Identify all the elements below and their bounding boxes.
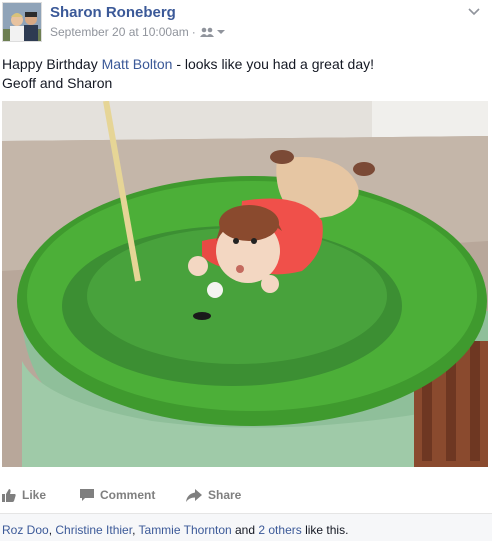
post-photo[interactable] <box>2 101 488 467</box>
likes-suffix: like this. <box>301 523 349 537</box>
others-link[interactable]: 2 others <box>258 523 301 537</box>
golf-cake-photo <box>2 101 488 467</box>
author-avatar[interactable] <box>2 2 42 42</box>
liker-link[interactable]: Christine Ithier <box>55 523 132 537</box>
like-button[interactable]: Like <box>2 488 46 502</box>
post-meta: September 20 at 10:00am · <box>50 25 225 39</box>
comment-icon <box>80 488 94 501</box>
comment-label: Comment <box>100 488 156 502</box>
share-button[interactable]: Share <box>186 488 241 502</box>
liker-link[interactable]: Roz Doo <box>2 523 49 537</box>
meta-separator: · <box>191 25 196 39</box>
message-signature: Geoff and Sharon <box>2 75 113 91</box>
like-label: Like <box>22 488 47 502</box>
post-message: Happy Birthday Matt Bolton - looks like … <box>2 55 487 93</box>
likes-and: and <box>231 523 259 537</box>
author-name[interactable]: Sharon Roneberg <box>50 4 176 21</box>
share-label: Share <box>208 488 242 502</box>
message-text-cont: - looks like you had a great day! <box>172 56 374 72</box>
facebook-post: Sharon Roneberg September 20 at 10:00am … <box>0 0 492 541</box>
thumbs-up-icon <box>2 488 16 502</box>
liker-link[interactable]: Tammie Thornton <box>139 523 232 537</box>
mention-link[interactable]: Matt Bolton <box>102 56 173 72</box>
post-timestamp[interactable]: September 20 at 10:00am <box>50 25 189 39</box>
message-text: Happy Birthday <box>2 56 102 72</box>
post-options-chevron-icon[interactable] <box>466 6 482 18</box>
post-actions: Like Comment Share <box>0 482 492 510</box>
audience-chevron-icon <box>216 30 225 34</box>
friends-icon[interactable] <box>199 27 225 38</box>
comment-button[interactable]: Comment <box>80 488 155 502</box>
share-icon <box>186 488 202 502</box>
post-header: Sharon Roneberg September 20 at 10:00am … <box>0 0 492 46</box>
likes-summary: Roz Doo, Christine Ithier, Tammie Thornt… <box>0 513 492 541</box>
